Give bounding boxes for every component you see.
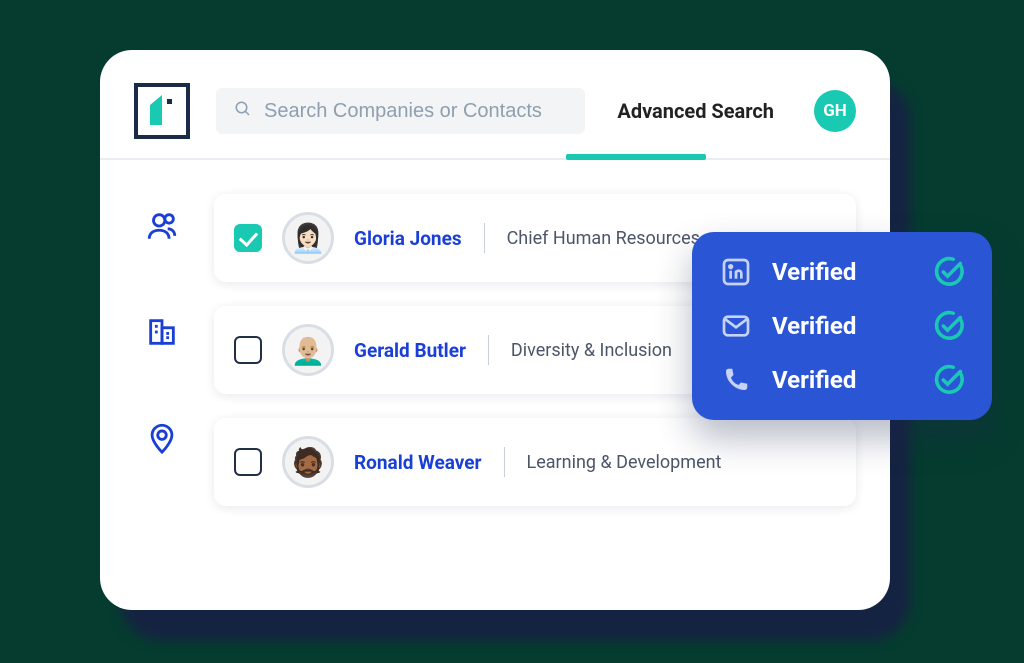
location-icon <box>145 421 179 459</box>
advanced-search-link[interactable]: Advanced Search <box>611 99 780 123</box>
mail-icon <box>718 308 754 344</box>
check-icon <box>932 309 966 343</box>
check-icon <box>932 255 966 289</box>
contact-name: Gloria Jones <box>354 227 462 250</box>
verified-label: Verified <box>772 258 914 286</box>
verified-popup: Verified Verified Verified <box>692 232 992 420</box>
contact-avatar: 🧔🏾 <box>282 436 334 488</box>
contact-row[interactable]: 🧔🏾 Ronald Weaver Learning & Development <box>214 418 856 506</box>
verified-row-linkedin: Verified <box>718 254 966 290</box>
header-divider <box>100 158 890 160</box>
divider <box>504 447 505 477</box>
verified-label: Verified <box>772 312 914 340</box>
search-input[interactable] <box>264 100 567 123</box>
sidebar <box>134 194 190 506</box>
app-logo[interactable] <box>134 83 190 139</box>
sidebar-item-people[interactable] <box>142 208 182 248</box>
row-checkbox[interactable] <box>234 336 262 364</box>
search-icon <box>234 99 252 123</box>
contact-title: Learning & Development <box>527 452 722 473</box>
contact-name: Gerald Butler <box>354 339 466 362</box>
header: Advanced Search GH <box>134 80 856 142</box>
row-checkbox[interactable] <box>234 224 262 252</box>
active-tab-indicator <box>566 154 706 160</box>
divider <box>488 335 489 365</box>
phone-icon <box>718 362 754 398</box>
building-icon <box>145 315 179 353</box>
sidebar-item-location[interactable] <box>142 420 182 460</box>
verified-row-phone: Verified <box>718 362 966 398</box>
search-field[interactable] <box>216 88 585 134</box>
user-avatar[interactable]: GH <box>814 90 856 132</box>
check-icon <box>932 363 966 397</box>
people-icon <box>145 209 179 247</box>
contact-title: Diversity & Inclusion <box>511 340 672 361</box>
row-checkbox[interactable] <box>234 448 262 476</box>
contact-avatar: 👨🏼‍🦲 <box>282 324 334 376</box>
contact-avatar: 👩🏻‍💼 <box>282 212 334 264</box>
divider <box>484 223 485 253</box>
verified-label: Verified <box>772 366 914 394</box>
contact-title: Chief Human Resources <box>507 228 700 249</box>
linkedin-icon <box>718 254 754 290</box>
contact-name: Ronald Weaver <box>354 451 482 474</box>
sidebar-item-companies[interactable] <box>142 314 182 354</box>
verified-row-email: Verified <box>718 308 966 344</box>
